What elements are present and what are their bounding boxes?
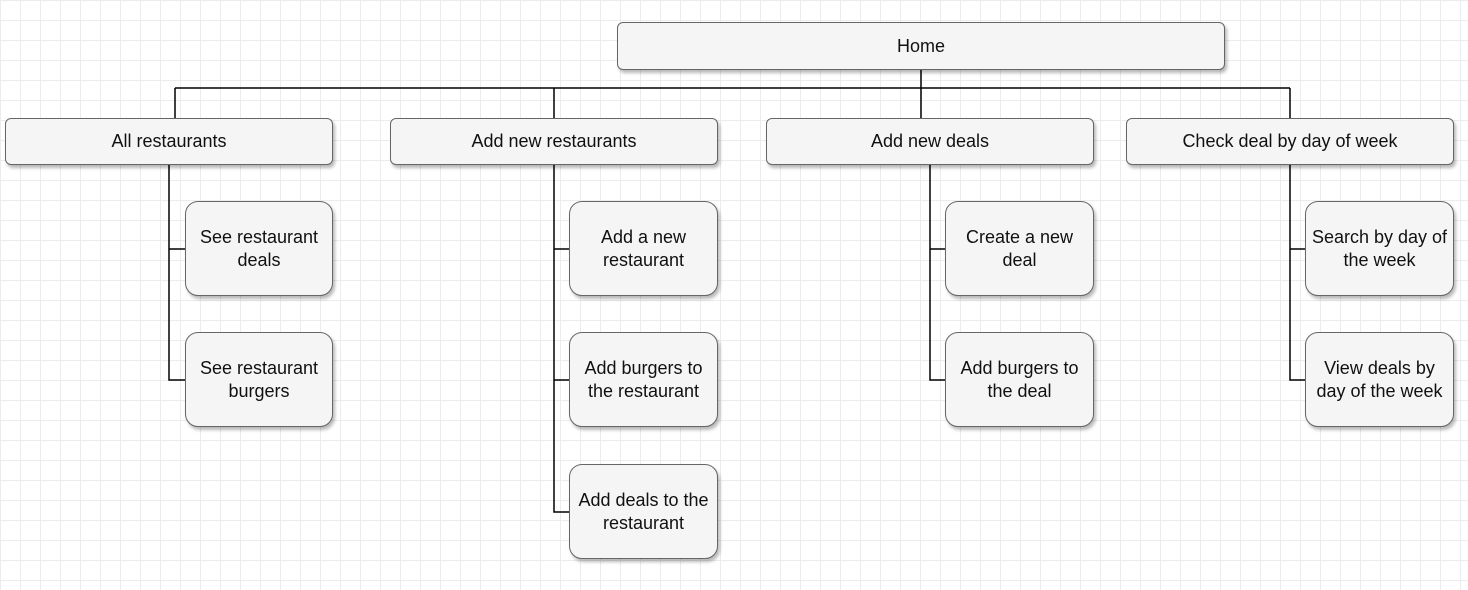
add-new-deals-label: Add new deals xyxy=(870,131,990,151)
connector-check-deal-children xyxy=(1289,165,1305,381)
sitemap-diagram: Home All restaurants Add new restaurants… xyxy=(0,0,1468,590)
all-restaurants-node[interactable]: All restaurants xyxy=(5,118,333,165)
add-burgers-to-restaurant-node[interactable]: Add burgers to the restaurant xyxy=(569,332,718,427)
view-deals-by-day-of-week-label: View deals by day of the week xyxy=(1316,357,1443,401)
search-by-day-of-week-node[interactable]: Search by day of the week xyxy=(1305,201,1454,296)
see-restaurant-burgers-node[interactable]: See restaurant burgers xyxy=(185,332,333,427)
create-a-new-deal-label: Create a new deal xyxy=(965,226,1074,270)
add-burgers-to-restaurant-label: Add burgers to the restaurant xyxy=(584,357,703,401)
add-burgers-to-deal-label: Add burgers to the deal xyxy=(960,357,1079,401)
add-deals-to-restaurant-node[interactable]: Add deals to the restaurant xyxy=(569,464,718,559)
add-a-new-restaurant-label: Add a new restaurant xyxy=(600,226,687,270)
add-new-restaurants-node[interactable]: Add new restaurants xyxy=(390,118,718,165)
view-deals-by-day-of-week-node[interactable]: View deals by day of the week xyxy=(1305,332,1454,427)
connector-add-new-restaurants-children xyxy=(553,165,569,513)
create-a-new-deal-node[interactable]: Create a new deal xyxy=(945,201,1094,296)
home-node-label: Home xyxy=(896,35,945,56)
add-new-restaurants-label: Add new restaurants xyxy=(471,131,637,151)
check-deal-by-day-node[interactable]: Check deal by day of week xyxy=(1126,118,1454,165)
connector-add-new-deals-children xyxy=(929,165,945,381)
add-deals-to-restaurant-label: Add deals to the restaurant xyxy=(578,489,709,533)
home-node[interactable]: Home xyxy=(617,22,1225,70)
add-new-deals-node[interactable]: Add new deals xyxy=(766,118,1094,165)
connector-all-restaurants-children xyxy=(168,165,185,381)
add-burgers-to-deal-node[interactable]: Add burgers to the deal xyxy=(945,332,1094,427)
see-restaurant-deals-label: See restaurant deals xyxy=(199,226,319,270)
search-by-day-of-week-label: Search by day of the week xyxy=(1311,226,1448,270)
see-restaurant-deals-node[interactable]: See restaurant deals xyxy=(185,201,333,296)
all-restaurants-label: All restaurants xyxy=(111,131,227,151)
check-deal-by-day-label: Check deal by day of week xyxy=(1182,131,1398,151)
see-restaurant-burgers-label: See restaurant burgers xyxy=(199,357,319,401)
add-a-new-restaurant-node[interactable]: Add a new restaurant xyxy=(569,201,718,296)
